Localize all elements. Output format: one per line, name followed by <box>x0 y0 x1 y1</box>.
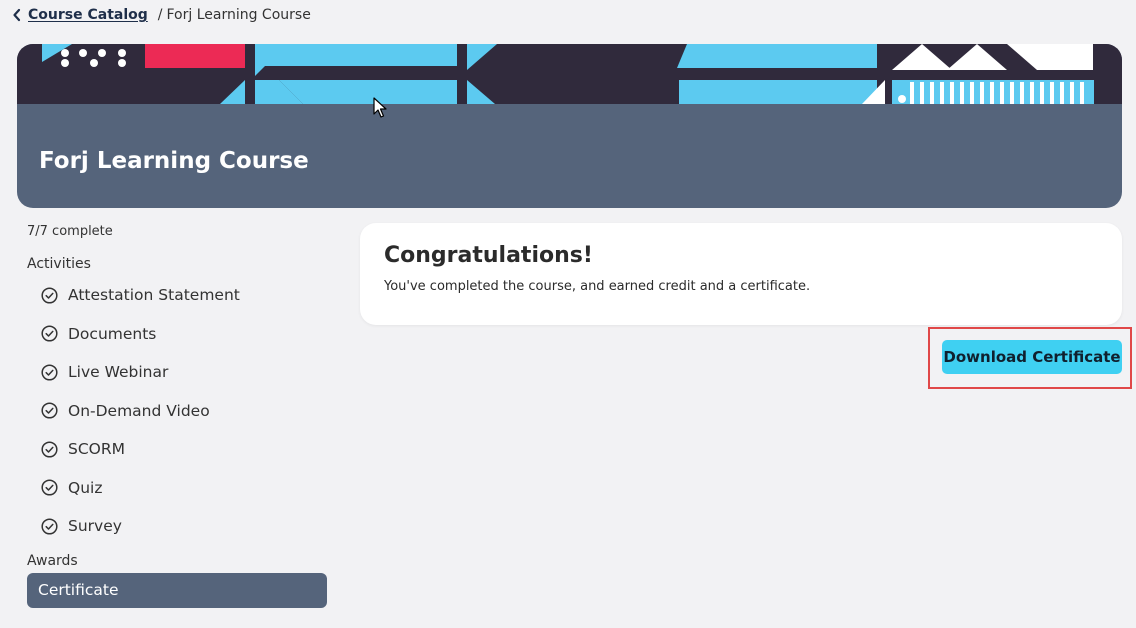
activity-label: Live Webinar <box>68 363 169 382</box>
check-circle-icon <box>41 441 58 458</box>
course-sidebar: 7/7 complete Activities Attestation Stat… <box>27 224 327 608</box>
breadcrumb: Course Catalog / Forj Learning Course <box>12 7 311 23</box>
check-circle-icon <box>41 518 58 535</box>
activity-item-survey[interactable]: Survey <box>27 507 327 546</box>
check-circle-icon <box>41 325 58 342</box>
activity-label: Quiz <box>68 478 103 497</box>
card-message: You've completed the course, and earned … <box>384 279 811 294</box>
hero-pattern-image <box>17 44 1122 104</box>
activity-label: On-Demand Video <box>68 401 210 420</box>
activity-item-attestation-statement[interactable]: Attestation Statement <box>27 276 327 315</box>
activity-item-on-demand-video[interactable]: On-Demand Video <box>27 392 327 431</box>
download-certificate-button[interactable]: Download Certificate <box>942 340 1122 374</box>
check-circle-icon <box>41 402 58 419</box>
mouse-cursor-icon <box>373 97 387 118</box>
award-item-certificate[interactable]: Certificate <box>27 572 327 608</box>
activity-item-quiz[interactable]: Quiz <box>27 469 327 508</box>
activity-label: Documents <box>68 324 157 343</box>
activity-item-live-webinar[interactable]: Live Webinar <box>27 353 327 392</box>
check-circle-icon <box>41 364 58 381</box>
breadcrumb-course-catalog-link[interactable]: Course Catalog <box>28 7 148 23</box>
check-circle-icon <box>41 479 58 496</box>
congratulations-card: Congratulations! You've completed the co… <box>360 223 1122 325</box>
activity-label: Attestation Statement <box>68 286 240 305</box>
completion-progress: 7/7 complete <box>27 224 113 239</box>
activity-label: SCORM <box>68 440 126 459</box>
breadcrumb-separator: / <box>157 7 163 23</box>
chevron-left-icon[interactable] <box>12 8 22 22</box>
course-title: Forj Learning Course <box>39 148 309 174</box>
awards-heading: Awards <box>27 552 78 569</box>
activity-item-scorm[interactable]: SCORM <box>27 430 327 469</box>
course-hero-banner: Forj Learning Course <box>17 44 1122 208</box>
check-circle-icon <box>41 287 58 304</box>
breadcrumb-current: Forj Learning Course <box>166 7 311 23</box>
activity-item-documents[interactable]: Documents <box>27 315 327 354</box>
card-title: Congratulations! <box>384 243 593 268</box>
activity-label: Survey <box>68 517 122 536</box>
activity-list: Attestation Statement Documents Live Web… <box>27 276 327 546</box>
activities-heading: Activities <box>27 256 91 272</box>
